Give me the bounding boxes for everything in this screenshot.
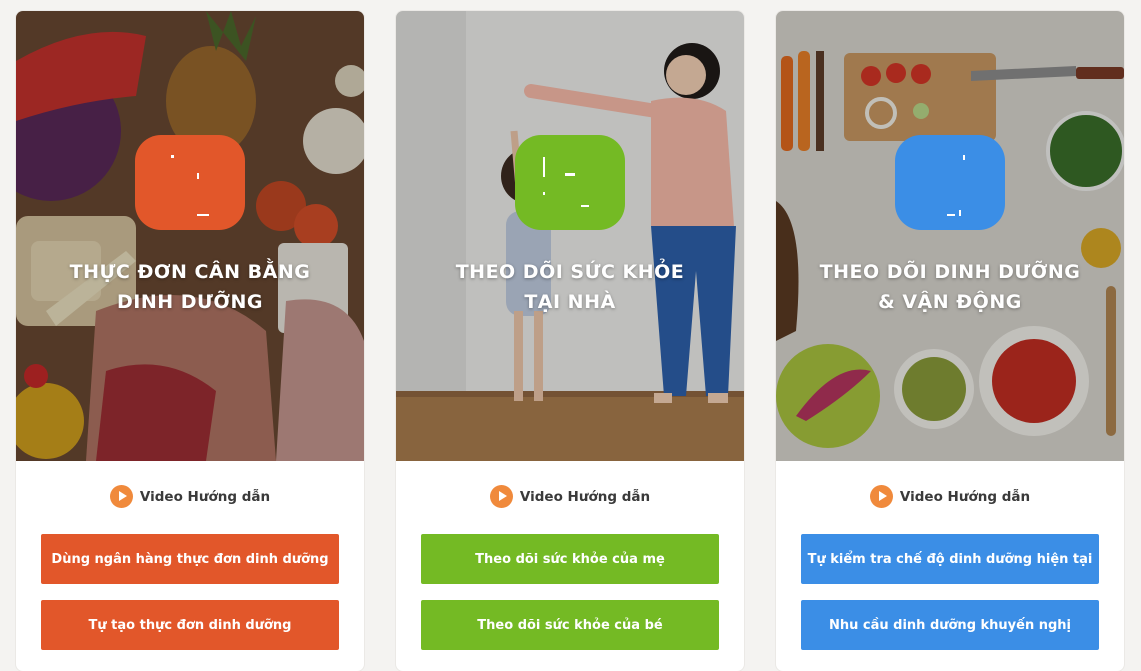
card-title: THEO DÕI SỨC KHỎE TẠI NHÀ: [455, 261, 685, 313]
video-guide-link[interactable]: Video Hướng dẫn: [16, 485, 364, 508]
play-icon: [869, 485, 893, 508]
video-guide-link[interactable]: Video Hướng dẫn: [396, 485, 744, 508]
recommended-nutrition-button[interactable]: Nhu cầu dinh dưỡng khuyến nghị: [801, 600, 1099, 650]
card-nutrition-activity: THEO DÕI DINH DƯỠNG & VẬN ĐỘNG Video Hướ…: [776, 11, 1124, 671]
play-icon: [109, 485, 133, 508]
track-baby-health-button[interactable]: Theo dõi sức khỏe của bé: [421, 600, 719, 650]
card-balanced-menu: THỰC ĐƠN CÂN BẰNG DINH DƯỠNG Video Hướng…: [16, 11, 364, 671]
check-current-nutrition-button[interactable]: Tự kiểm tra chế độ dinh dưỡng hiện tại: [801, 534, 1099, 584]
health-icon: [515, 135, 625, 230]
menu-icon: [135, 135, 245, 230]
card-home-health: THEO DÕI SỨC KHỎE TẠI NHÀ Video Hướng dẫ…: [396, 11, 744, 671]
create-menu-button[interactable]: Tự tạo thực đơn dinh dưỡng: [41, 600, 339, 650]
card-hero[interactable]: THỰC ĐƠN CÂN BẰNG DINH DƯỠNG: [16, 11, 364, 461]
nutrition-icon: [895, 135, 1005, 230]
card-hero[interactable]: THEO DÕI DINH DƯỠNG & VẬN ĐỘNG: [776, 11, 1124, 461]
card-hero[interactable]: THEO DÕI SỨC KHỎE TẠI NHÀ: [396, 11, 744, 461]
play-icon: [489, 485, 513, 508]
card-title: THỰC ĐƠN CÂN BẰNG DINH DƯỠNG: [69, 261, 311, 313]
use-menu-bank-button[interactable]: Dùng ngân hàng thực đơn dinh dưỡng: [41, 534, 339, 584]
card-title: THEO DÕI DINH DƯỠNG & VẬN ĐỘNG: [819, 261, 1081, 313]
video-guide-link[interactable]: Video Hướng dẫn: [776, 485, 1124, 508]
track-mother-health-button[interactable]: Theo dõi sức khỏe của mẹ: [421, 534, 719, 584]
